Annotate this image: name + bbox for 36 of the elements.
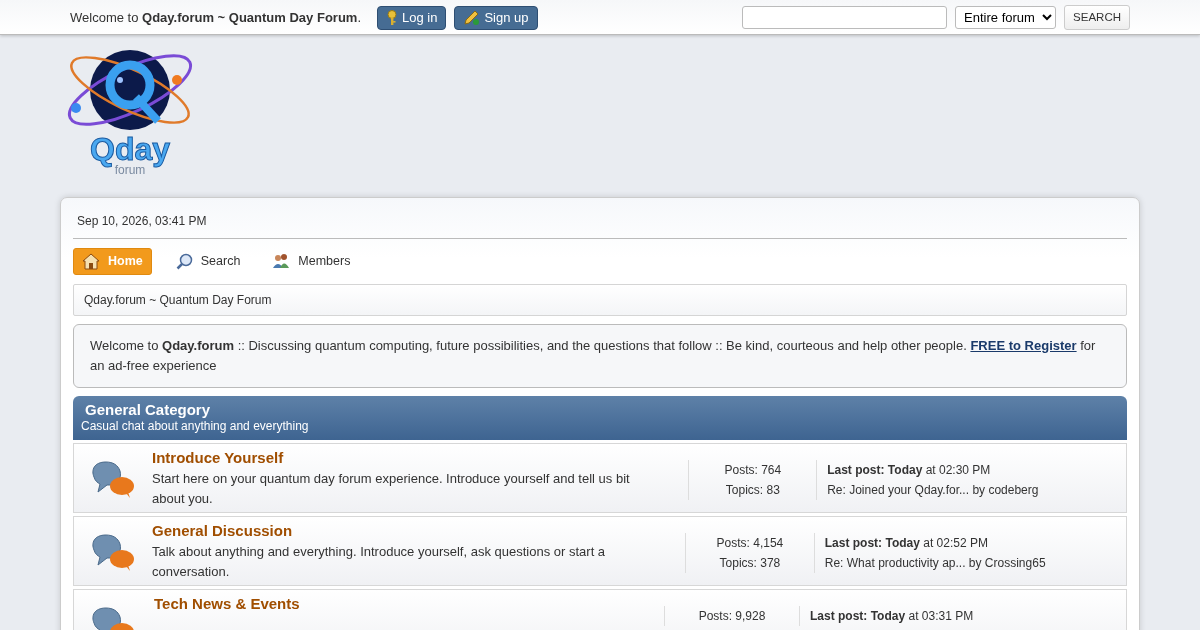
last-post-time: Last post: Today at 03:31 PM	[810, 607, 975, 625]
topic-count: Topics: 83	[724, 481, 781, 499]
sign-up-button[interactable]: Sign up	[454, 5, 538, 30]
house-icon	[82, 252, 100, 270]
post-author: by codeberg	[971, 482, 1039, 497]
login-button[interactable]: Log in	[377, 5, 447, 30]
breadcrumb-link[interactable]: Qday.forum ~ Quantum Day Forum	[73, 283, 1127, 316]
post-count: Posts: 9,928	[697, 607, 767, 625]
category-title[interactable]: General Category	[81, 400, 1119, 418]
post-count: Posts: 4,154	[715, 534, 785, 552]
date-time: Sep 10, 2026, 03:41 PM	[73, 210, 1127, 239]
board-title[interactable]: Tech News & Events	[154, 592, 300, 616]
board-description: Talk about anything and everything. Introduce yourself, ask questions or start a conversation.	[152, 543, 607, 582]
category-description: Casual chat about anything and everything	[81, 418, 310, 435]
search-scope-dropdown[interactable]: Entire forum	[955, 6, 1057, 29]
menu-tab[interactable]: Search	[167, 249, 249, 274]
board-title[interactable]: Introduce Yourself	[152, 446, 284, 470]
last-post-link[interactable]: Re: Joined your Qday.for...	[827, 482, 970, 497]
people-icon	[272, 253, 291, 270]
welcome-notice: Welcome to Qday.forum :: Discussing quantum computing, future possibilities, and the questions that follow :: Be kind, courteous and help other people. FREE to Register for an ad-free experience	[73, 323, 1127, 388]
post-count: Posts: 764	[723, 461, 783, 479]
search-field[interactable]	[742, 6, 948, 29]
last-post-link[interactable]: Re: What productivity ap...	[824, 555, 966, 570]
welcome-message: Welcome to Qday.forum ~ Quantum Day Forum.	[70, 8, 361, 27]
menu-tab[interactable]: Members	[264, 249, 359, 274]
search-button[interactable]: SEARCH	[1064, 5, 1130, 30]
last-post-time: Last post: Today at 02:52 PM	[824, 534, 989, 552]
board-description: Start here on your quantum day forum experience. Introduce yourself and tell us bit about you.	[152, 470, 631, 509]
post-author: by Crossing65	[967, 555, 1046, 570]
pencil-icon	[463, 9, 481, 26]
key-icon	[386, 9, 398, 26]
search-icon	[175, 252, 193, 270]
last-post-time: Last post: Today at 02:30 PM	[827, 461, 992, 479]
topic-count: Topics: 378	[718, 554, 782, 572]
board-title[interactable]: General Discussion	[152, 519, 293, 543]
register-link[interactable]: FREE to Register	[970, 337, 1077, 353]
